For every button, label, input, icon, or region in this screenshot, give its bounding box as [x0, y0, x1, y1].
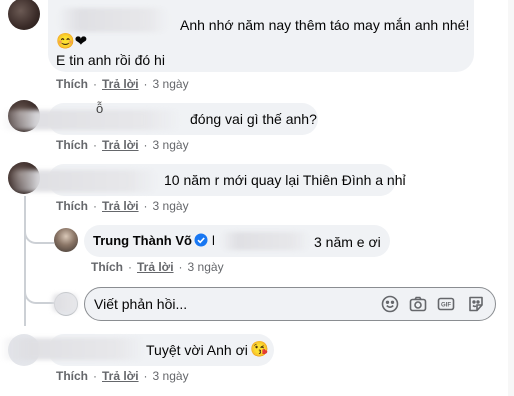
thread-line — [24, 196, 26, 326]
like-link[interactable]: Thích — [56, 138, 88, 152]
gif-icon[interactable]: GIF — [436, 294, 456, 314]
redacted-name — [0, 110, 180, 130]
reply-text: 3 năm e ơi — [314, 234, 381, 250]
sticker-icon[interactable] — [466, 294, 486, 314]
redacted-name — [0, 338, 145, 360]
comment-text: Tuyệt vời Anh ơi — [146, 342, 248, 358]
comment-emoji: 😊❤ — [56, 33, 88, 50]
comment-emoji: 😘 — [250, 341, 269, 358]
scrollbar-track[interactable] — [508, 0, 514, 396]
timestamp[interactable]: 3 ngày — [153, 138, 189, 152]
separator: · — [128, 260, 132, 274]
reply-link[interactable]: Trả lời — [102, 77, 139, 91]
thread-branch — [24, 226, 54, 244]
separator: · — [143, 199, 148, 213]
emoji-icon[interactable] — [380, 294, 400, 314]
reply-link[interactable]: Trả lời — [137, 260, 174, 274]
like-link[interactable]: Thích — [56, 369, 88, 383]
reply-input[interactable]: Viết phản hồi... — [94, 296, 187, 312]
separator: · — [143, 138, 148, 152]
timestamp[interactable]: 3 ngày — [188, 260, 224, 274]
separator: · — [93, 138, 97, 152]
reply-author-avatar[interactable] — [54, 228, 78, 252]
separator: · — [93, 199, 97, 213]
comment-text-line2: E tin anh rồi đó hi — [56, 52, 165, 68]
camera-icon[interactable] — [408, 294, 428, 314]
reply-link[interactable]: Trả lời — [102, 138, 139, 152]
comment-actions: Thích · Trả lời · 3 ngày — [56, 138, 189, 152]
separator: · — [93, 77, 97, 91]
commenter-avatar[interactable] — [8, 0, 40, 30]
separator: · — [143, 369, 148, 383]
redacted-text — [220, 232, 310, 250]
svg-text:GIF: GIF — [441, 303, 451, 309]
comment-text: 10 năm r mới quay lại Thiên Đình a nhỉ — [164, 172, 406, 188]
comment-actions: Thích · Trả lời · 3 ngày — [56, 199, 189, 213]
redacted-avatar — [50, 294, 80, 312]
timestamp[interactable]: 3 ngày — [153, 77, 189, 91]
comment-text: đóng vai gì thế anh? — [190, 111, 317, 127]
separator: · — [178, 260, 183, 274]
reply-author-name[interactable]: Trung Thành Võ — [93, 233, 192, 248]
like-link[interactable]: Thích — [56, 77, 88, 91]
name-fragment: ỗ — [96, 101, 104, 116]
timestamp[interactable]: 3 ngày — [153, 199, 189, 213]
separator: · — [93, 369, 97, 383]
reply-link[interactable]: Trả lời — [102, 199, 139, 213]
timestamp[interactable]: 3 ngày — [153, 369, 189, 383]
reply-link[interactable]: Trả lời — [102, 369, 139, 383]
redacted-name — [8, 170, 158, 192]
reply-actions: Thích · Trả lời · 3 ngày — [91, 260, 224, 274]
reply-text-prefix: l — [212, 233, 215, 248]
comment-actions: Thích · Trả lời · 3 ngày — [56, 77, 189, 91]
like-link[interactable]: Thích — [56, 199, 88, 213]
redacted-name — [58, 8, 168, 32]
like-link[interactable]: Thích — [91, 260, 123, 274]
verified-badge-icon — [194, 233, 208, 247]
comment-actions: Thích · Trả lời · 3 ngày — [56, 369, 189, 383]
separator: · — [143, 77, 148, 91]
comment-text: Anh nhớ năm nay thêm táo may mắn anh nhé… — [180, 17, 470, 33]
